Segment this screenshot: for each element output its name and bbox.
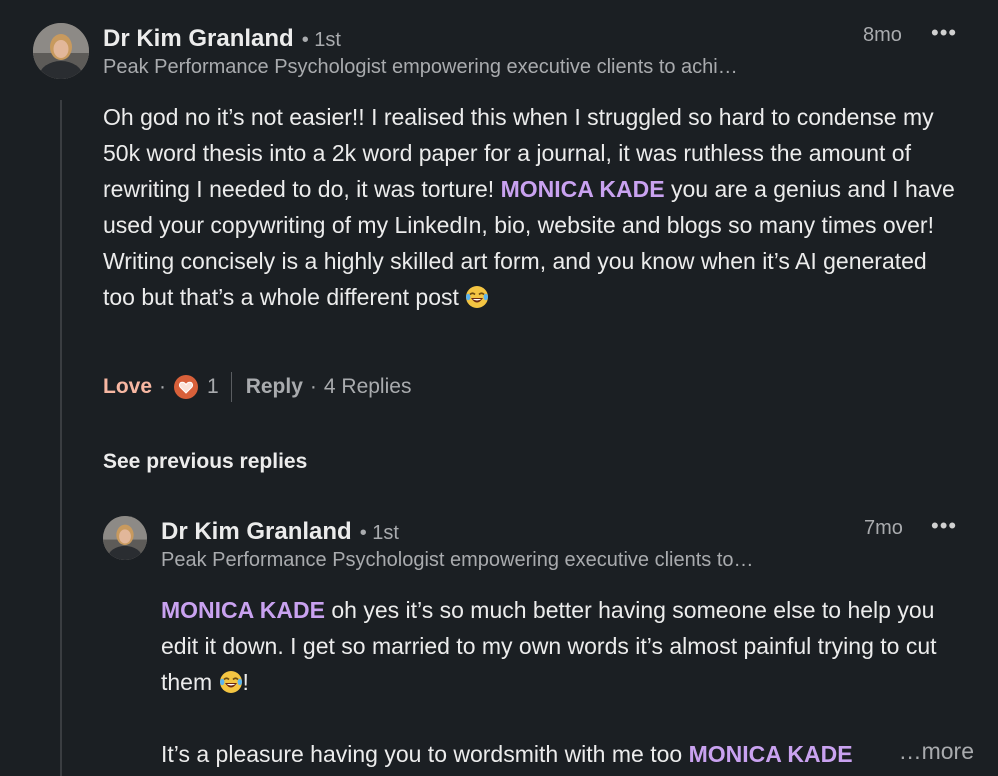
reply-text-second-paragraph: It’s a pleasure having you to wordsmith … [161,736,961,772]
more-options-button[interactable]: ••• [931,513,957,539]
timestamp: 8mo [863,24,902,46]
reply-text-part: It’s a pleasure having you to wordsmith … [161,741,689,767]
avatar[interactable] [33,23,89,79]
mention-link[interactable]: MONICA KADE [689,741,853,767]
separator-dot: · [159,375,167,398]
separator-dot: · [309,375,317,398]
reply-button[interactable]: Reply [246,375,303,399]
author-headline[interactable]: Peak Performance Psychologist empowering… [161,549,754,572]
mention-link[interactable]: MONICA KADE [161,597,325,623]
author-name[interactable]: Dr Kim Granland [103,25,294,53]
author-row: Dr Kim Granland • 1st [161,518,399,546]
author-headline[interactable]: Peak Performance Psychologist empowering… [103,56,738,79]
see-previous-replies-button[interactable]: See previous replies [103,450,307,474]
reaction-count[interactable]: 1 [207,375,219,399]
replies-count-link[interactable]: 4 Replies [324,375,412,399]
comment-text: Oh god no it’s not easier!! I realised t… [103,99,963,315]
reply-text-part: ! [242,669,249,695]
more-horizontal-icon: ••• [931,20,958,45]
love-heart-icon[interactable] [173,374,199,400]
connection-degree: • 1st [359,522,399,544]
tears-of-joy-emoji [465,283,489,308]
mention-link[interactable]: MONICA KADE [501,176,665,202]
author-row: Dr Kim Granland • 1st [103,25,341,53]
divider [230,372,232,402]
connection-degree: • 1st [301,29,341,51]
comment-actions: Love · 1 Reply · 4 Replies [103,372,411,402]
tears-of-joy-emoji [219,668,243,693]
more-horizontal-icon: ••• [931,513,958,538]
reaction-button[interactable]: Love [103,375,152,399]
thread-line [60,100,62,776]
avatar[interactable] [103,516,147,560]
see-more-button[interactable]: …more [884,738,974,765]
more-options-button[interactable]: ••• [931,20,957,46]
timestamp: 7mo [864,517,903,539]
author-name[interactable]: Dr Kim Granland [161,518,352,546]
reply-text: MONICA KADE oh yes it’s so much better h… [161,592,961,700]
